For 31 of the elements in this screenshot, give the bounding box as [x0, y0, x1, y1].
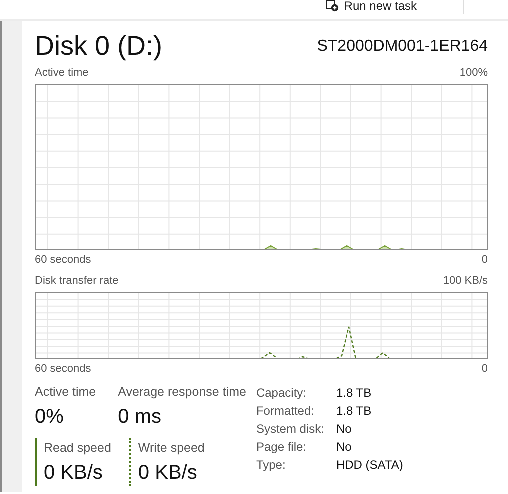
graph-min-label: 0	[482, 254, 488, 267]
property-label: Capacity:	[256, 385, 308, 402]
time-span-label: 60 seconds	[35, 254, 92, 267]
stat-value: 0 KB/s	[44, 461, 104, 486]
stat-value: 0%	[35, 405, 65, 430]
stat-value: 0 KB/s	[138, 461, 198, 486]
property-value: 1.8 TB	[336, 403, 372, 420]
graph-min-label: 0	[482, 363, 488, 376]
graph-label: Disk transfer rate	[35, 275, 119, 288]
time-span-label: 60 seconds	[35, 363, 92, 376]
run-new-task-label: Run new task	[344, 0, 417, 12]
disk-title: Disk 0 (D:)	[35, 30, 162, 63]
property-label: Type:	[256, 457, 287, 474]
property-value: HDD (SATA)	[336, 457, 404, 474]
stat-label: Average response time	[118, 384, 246, 400]
graph-max-label: 100 KB/s	[443, 275, 488, 288]
stat-value: 0 ms	[118, 405, 162, 430]
stat-label: Write speed	[138, 440, 205, 456]
stat-label: Read speed	[44, 440, 112, 456]
graph-label: Active time	[35, 67, 89, 80]
property-value: No	[336, 421, 352, 438]
property-value: No	[336, 439, 352, 456]
task-icon	[326, 0, 340, 12]
stat-label: Active time	[35, 384, 96, 400]
disk-model: ST2000DM001-1ER164	[317, 37, 488, 57]
run-new-task-button[interactable]: Run new task	[322, 0, 421, 12]
graph-max-label: 100%	[460, 67, 488, 80]
property-label: System disk:	[256, 421, 326, 438]
property-label: Page file:	[256, 439, 308, 456]
property-label: Formatted:	[256, 403, 316, 420]
property-value: 1.8 TB	[336, 385, 372, 402]
